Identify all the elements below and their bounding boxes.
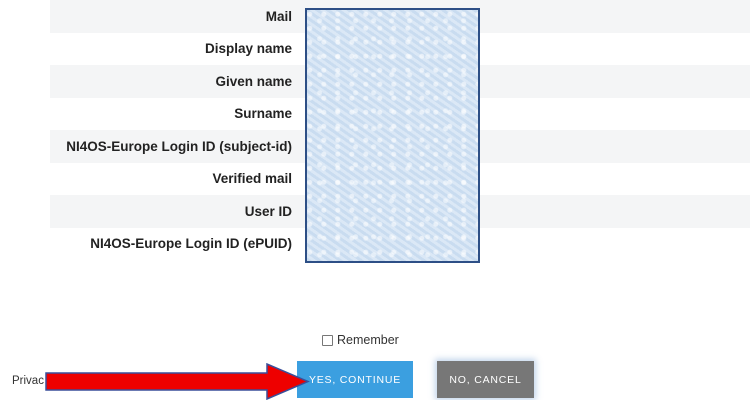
privacy-text: Privac bbox=[12, 375, 44, 387]
attribute-label: NI4OS-Europe Login ID (subject-id) bbox=[66, 138, 292, 154]
no-cancel-button[interactable]: NO, CANCEL bbox=[437, 361, 534, 398]
remember-checkbox[interactable]: Remember bbox=[322, 333, 399, 347]
checkbox-box[interactable] bbox=[322, 334, 333, 346]
attribute-label: Given name bbox=[215, 73, 292, 89]
remember-label: Remember bbox=[337, 333, 399, 347]
red-arrow-icon bbox=[45, 363, 310, 400]
attribute-label: Surname bbox=[234, 106, 292, 122]
attribute-label: User ID bbox=[244, 203, 292, 219]
attribute-label: Mail bbox=[265, 8, 292, 24]
attribute-label: Verified mail bbox=[212, 171, 292, 187]
yes-continue-button[interactable]: YES, CONTINUE bbox=[297, 361, 413, 398]
redacted-values-block bbox=[305, 8, 480, 263]
attribute-label: NI4OS-Europe Login ID (ePUID) bbox=[90, 236, 292, 252]
attribute-label: Display name bbox=[204, 41, 292, 57]
